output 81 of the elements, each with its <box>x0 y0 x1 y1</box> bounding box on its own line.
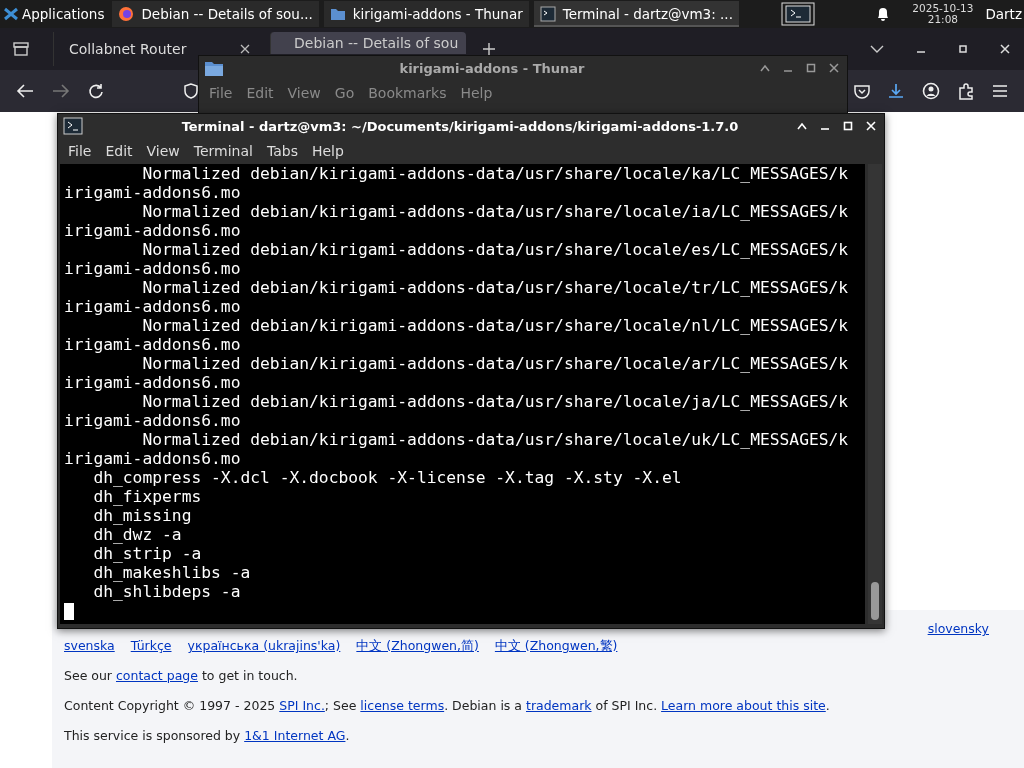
shield-icon[interactable] <box>184 83 198 99</box>
language-link[interactable]: українська (ukrajins'ka) <box>187 637 341 654</box>
taskbar-button[interactable]: Debian -- Details of sou... <box>112 1 319 27</box>
tab-list-icon[interactable] <box>13 42 29 56</box>
folder-icon <box>329 7 346 21</box>
window-title: Terminal - dartz@vm3: ~/Documents/kirigami-addons/kirigami-addons-1.7.0 <box>180 118 740 134</box>
clock-time: 21:08 <box>927 14 958 25</box>
menu-item[interactable]: Help <box>455 85 498 101</box>
browser-icon <box>118 6 135 22</box>
scrollbar[interactable] <box>868 164 882 624</box>
pocket-icon[interactable] <box>854 83 870 99</box>
terminal-icon <box>63 117 83 135</box>
browser-tab[interactable]: Debian -- Details of sou <box>270 32 466 54</box>
terminal-line: dh_makeshlibs -a <box>92 563 252 582</box>
language-link[interactable]: svenska <box>64 637 115 654</box>
back-icon[interactable] <box>16 83 34 99</box>
footer-text: Content Copyright © 1997 - 2025 SPI Inc.; See license terms. Debian is a trademark of SPI Inc. Learn more about this site. <box>64 697 831 714</box>
terminal-line: Normalized debian/kirigami-addons-data/usr/share/locale/tr/LC_MESSAGES/k <box>141 278 850 297</box>
menu-item[interactable]: File <box>63 143 97 159</box>
menu-item[interactable]: File <box>204 85 238 101</box>
terminal-line: dh_missing <box>92 506 193 525</box>
terminal-line: Normalized debian/kirigami-addons-data/usr/share/locale/ar/LC_MESSAGES/k <box>141 354 850 373</box>
terminal-line: Normalized debian/kirigami-addons-data/usr/share/locale/ia/LC_MESSAGES/k <box>141 202 850 221</box>
taskbar-button[interactable]: kirigami-addons - Thunar <box>323 1 529 27</box>
reload-icon[interactable] <box>88 83 104 99</box>
clock-date: 2025-10-13 <box>912 3 974 14</box>
terminal-line: Normalized debian/kirigami-addons-data/usr/share/locale/es/LC_MESSAGES/k <box>141 240 850 259</box>
terminal-line: dh_dwz -a <box>92 525 183 544</box>
extensions-icon[interactable] <box>958 82 974 100</box>
terminal-line: irigami-addons6.mo <box>64 449 242 468</box>
menu-item[interactable]: View <box>282 85 326 101</box>
new-tab-icon[interactable] <box>482 42 496 56</box>
menu-item[interactable]: Tabs <box>261 143 303 159</box>
text-cursor <box>64 603 74 620</box>
menu-item[interactable]: Bookmarks <box>363 85 452 101</box>
footer-text: See our contact page to get in touch. <box>64 667 299 684</box>
language-link[interactable]: 中文 (Zhongwen,繁) <box>494 637 618 654</box>
language-link[interactable]: Türkçe <box>130 637 172 654</box>
user-name[interactable]: Dartz <box>985 6 1022 22</box>
footer-text: This service is sponsored by 1&1 Internet AG. <box>64 727 351 744</box>
notification-bell-icon[interactable] <box>876 6 891 22</box>
folder-icon <box>204 59 224 77</box>
terminal-icon <box>539 6 556 22</box>
menu-item[interactable]: View <box>141 143 185 159</box>
terminal-line: dh_compress -X.dcl -X.docbook -X-license -X.tag -X.sty -X.el <box>92 468 683 487</box>
terminal-line: irigami-addons6.mo <box>64 411 242 430</box>
download-icon[interactable] <box>888 83 904 99</box>
language-link[interactable]: 中文 (Zhongwen,简) <box>356 637 479 654</box>
taskbar-button[interactable]: Terminal - dartz@vm3: ... <box>533 1 739 27</box>
footer-link[interactable]: trademark <box>526 698 592 713</box>
terminal-line: irigami-addons6.mo <box>64 373 242 392</box>
menu-item[interactable]: Help <box>306 143 349 159</box>
terminal-line: dh_strip -a <box>92 544 203 563</box>
app-menu-icon <box>3 6 19 22</box>
footer-link[interactable]: contact page <box>116 668 198 683</box>
terminal-line: Normalized debian/kirigami-addons-data/usr/share/locale/nl/LC_MESSAGES/k <box>141 316 850 335</box>
terminal-line: irigami-addons6.mo <box>64 335 242 354</box>
language-link[interactable]: slovensky <box>927 620 989 637</box>
applications-menu[interactable]: Applications <box>0 1 108 27</box>
terminal-line: Normalized debian/kirigami-addons-data/usr/share/locale/uk/LC_MESSAGES/k <box>141 430 850 449</box>
terminal-line: irigami-addons6.mo <box>64 221 242 240</box>
menu-item[interactable]: Terminal <box>188 143 258 159</box>
workspace-switcher-icon[interactable] <box>780 2 815 26</box>
terminal-line: irigami-addons6.mo <box>64 183 242 202</box>
footer-link[interactable]: SPI Inc. <box>279 698 325 713</box>
chevron-down-icon[interactable] <box>870 44 884 54</box>
terminal-line: irigami-addons6.mo <box>64 259 242 278</box>
terminal-line: Normalized debian/kirigami-addons-data/usr/share/locale/ka/LC_MESSAGES/k <box>141 164 850 183</box>
terminal-line: irigami-addons6.mo <box>64 297 242 316</box>
menu-item[interactable]: Go <box>329 85 360 101</box>
window-title: kirigami-addons - Thunar <box>398 60 586 76</box>
menu-item[interactable]: Edit <box>241 85 279 101</box>
account-icon[interactable] <box>922 82 940 100</box>
footer-link[interactable]: Learn more about this site <box>661 698 826 713</box>
terminal-line: Normalized debian/kirigami-addons-data/usr/share/locale/ja/LC_MESSAGES/k <box>141 392 850 411</box>
menu-item[interactable]: Edit <box>100 143 138 159</box>
terminal-line: dh_fixperms <box>92 487 203 506</box>
terminal-line: dh_shlibdeps -a <box>92 582 242 601</box>
menu-icon[interactable] <box>992 84 1008 98</box>
forward-icon[interactable] <box>52 83 70 99</box>
close-icon[interactable] <box>240 44 250 54</box>
